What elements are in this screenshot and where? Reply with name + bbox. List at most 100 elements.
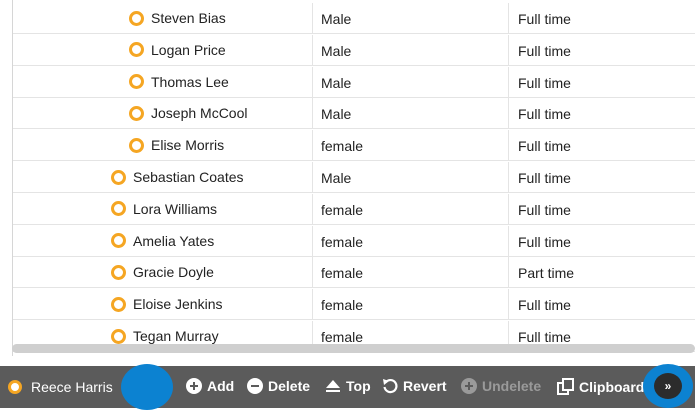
table-row[interactable]: Sebastian Coates Male Full time bbox=[13, 162, 695, 193]
node-circle-icon bbox=[111, 328, 126, 344]
node-circle-icon bbox=[129, 74, 144, 90]
plus-circle-disabled-icon bbox=[461, 378, 477, 394]
employee-name: Eloise Jenkins bbox=[133, 296, 223, 313]
gender-cell[interactable]: Male bbox=[313, 3, 509, 34]
table-row[interactable]: Logan Price Male Full time bbox=[13, 34, 695, 66]
horizontal-scrollbar[interactable] bbox=[12, 344, 695, 353]
table-row[interactable]: Thomas Lee Male Full time bbox=[13, 66, 695, 98]
employment-type-value: Full time bbox=[518, 201, 571, 218]
selected-record-name: Reece Harris bbox=[31, 379, 113, 395]
employment-type-cell[interactable]: Full time bbox=[509, 130, 695, 161]
node-circle-icon bbox=[129, 137, 144, 153]
employee-name: Elise Morris bbox=[151, 137, 225, 154]
delete-button[interactable]: Delete bbox=[247, 378, 310, 394]
gender-cell[interactable]: female bbox=[313, 193, 509, 225]
gender-value: Male bbox=[321, 170, 352, 186]
name-cell[interactable]: Eloise Jenkins bbox=[13, 289, 313, 321]
revert-icon bbox=[383, 379, 398, 394]
employment-type-cell[interactable]: Full time bbox=[509, 226, 695, 257]
name-cell[interactable]: Lora Williams bbox=[13, 193, 313, 225]
table-row[interactable]: Joseph McCool Male Full time bbox=[13, 98, 695, 130]
table-row[interactable]: Lora Williams female Full time bbox=[13, 193, 695, 225]
name-cell[interactable]: Elise Morris bbox=[13, 130, 313, 162]
add-label: Add bbox=[207, 378, 235, 394]
name-cell[interactable]: Amelia Yates bbox=[13, 225, 313, 257]
employment-type-cell[interactable]: Full time bbox=[509, 35, 695, 66]
minus-circle-icon bbox=[247, 378, 263, 394]
employee-name: Joseph McCool bbox=[151, 105, 248, 122]
plus-circle-icon bbox=[186, 378, 202, 394]
clipboard-button[interactable]: Clipboard bbox=[557, 378, 644, 395]
name-cell[interactable]: Logan Price bbox=[13, 34, 313, 66]
add-button[interactable]: Add bbox=[186, 378, 234, 394]
employment-type-value: Full time bbox=[518, 106, 571, 123]
touch-indicator bbox=[121, 364, 173, 410]
gender-value: female bbox=[321, 265, 364, 282]
employee-name: Amelia Yates bbox=[133, 232, 215, 249]
employment-type-value: Full time bbox=[518, 170, 571, 186]
gender-cell[interactable]: female bbox=[313, 225, 509, 257]
revert-button[interactable]: Revert bbox=[382, 378, 447, 394]
employment-type-cell[interactable]: Full time bbox=[509, 162, 695, 193]
employment-type-value: Full time bbox=[518, 233, 571, 250]
name-cell[interactable]: Thomas Lee bbox=[13, 66, 313, 98]
gender-cell[interactable]: female bbox=[313, 130, 509, 162]
node-circle-icon bbox=[129, 42, 144, 58]
employment-type-cell[interactable]: Full time bbox=[509, 194, 695, 225]
gender-cell[interactable]: Male bbox=[313, 162, 509, 193]
employment-type-value: Full time bbox=[518, 42, 571, 59]
gender-value: Male bbox=[321, 11, 352, 27]
top-label: Top bbox=[346, 378, 371, 394]
node-circle-icon bbox=[129, 105, 144, 121]
clipboard-label: Clipboard bbox=[579, 378, 645, 395]
gender-cell[interactable]: Male bbox=[313, 34, 509, 66]
name-cell[interactable]: Steven Bias bbox=[13, 3, 313, 34]
employment-type-cell[interactable]: Full time bbox=[509, 289, 695, 320]
gender-cell[interactable]: female bbox=[313, 257, 509, 289]
table-row[interactable]: Eloise Jenkins female Full time bbox=[13, 289, 695, 321]
node-circle-icon bbox=[111, 233, 126, 249]
gender-value: female bbox=[321, 233, 364, 250]
gender-value: Male bbox=[321, 42, 352, 59]
node-circle-icon bbox=[111, 201, 126, 217]
top-button[interactable]: Top bbox=[325, 378, 371, 394]
gender-cell[interactable]: female bbox=[313, 289, 509, 321]
employment-type-cell[interactable]: Part time bbox=[509, 257, 695, 288]
gender-value: Male bbox=[321, 74, 352, 91]
employee-tree-grid: Steven Bias Male Full time Logan Price Male F… bbox=[12, 0, 695, 356]
name-cell[interactable]: Sebastian Coates bbox=[13, 162, 313, 193]
table-row[interactable]: Amelia Yates female Full time bbox=[13, 225, 695, 257]
gender-value: female bbox=[321, 329, 364, 345]
clipboard-icon bbox=[557, 378, 574, 395]
gender-cell[interactable]: Male bbox=[313, 66, 509, 98]
more-button[interactable]: » bbox=[654, 373, 682, 399]
gender-value: female bbox=[321, 138, 364, 155]
name-cell[interactable]: Joseph McCool bbox=[13, 98, 313, 130]
employment-type-cell[interactable]: Full time bbox=[509, 98, 695, 129]
node-circle-icon bbox=[111, 169, 126, 185]
table-row[interactable]: Elise Morris female Full time bbox=[13, 130, 695, 162]
employment-type-cell[interactable]: Full time bbox=[509, 67, 695, 98]
node-circle-icon bbox=[129, 10, 144, 26]
selected-record: Reece Harris bbox=[8, 379, 113, 395]
employment-type-value: Full time bbox=[518, 297, 571, 314]
gender-cell[interactable]: Male bbox=[313, 98, 509, 130]
undelete-button[interactable]: Undelete bbox=[461, 378, 541, 394]
employee-name: Steven Bias bbox=[151, 10, 226, 26]
node-circle-icon bbox=[111, 264, 126, 280]
table-row[interactable]: Steven Bias Male Full time bbox=[13, 3, 695, 34]
gender-value: female bbox=[321, 297, 364, 314]
employee-name: Logan Price bbox=[151, 41, 226, 58]
revert-label: Revert bbox=[403, 378, 447, 394]
more-button-highlight: » bbox=[643, 364, 693, 408]
toolbar: Reece Harris Add Delete Top Revert Undel… bbox=[0, 364, 695, 410]
table-row[interactable]: Gracie Doyle female Part time bbox=[13, 257, 695, 289]
employment-type-cell[interactable]: Full time bbox=[509, 3, 695, 34]
node-circle-icon bbox=[111, 296, 126, 312]
employee-name: Thomas Lee bbox=[151, 73, 229, 90]
employment-type-value: Part time bbox=[518, 265, 575, 282]
name-cell[interactable]: Gracie Doyle bbox=[13, 257, 313, 289]
employee-name: Tegan Murray bbox=[133, 328, 219, 344]
employee-name: Gracie Doyle bbox=[133, 264, 214, 281]
delete-label: Delete bbox=[268, 378, 311, 394]
